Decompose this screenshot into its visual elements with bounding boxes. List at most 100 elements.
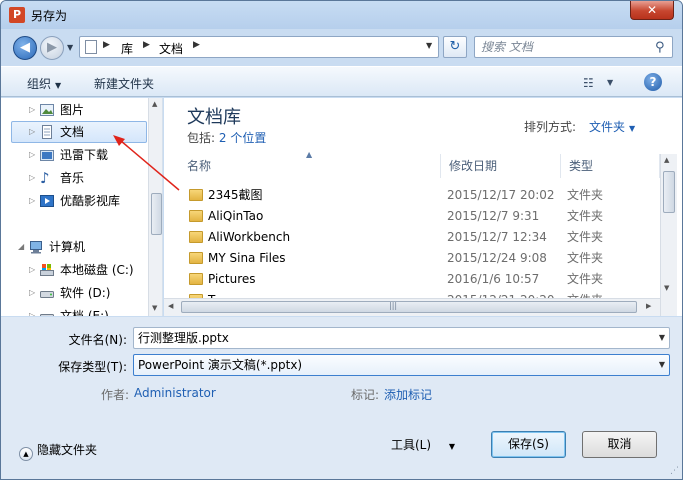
search-box[interactable]: ⚲ (474, 36, 673, 58)
save-as-dialog: P 另存为 ✕ ◀ ▶ ▼ ▶ 库 ▶ 文档 ▶ ▼ ↻ ⚲ 组织▼ 新建文件夹… (0, 0, 683, 480)
nav-item-pictures[interactable]: ▷ 图片 (11, 99, 147, 121)
nav-item-label: 文档 (E:) (60, 309, 109, 316)
nav-item-drive-e[interactable]: ▷ 文档 (E:) (11, 305, 147, 316)
organize-menu[interactable]: 组织 ▼ (27, 75, 61, 92)
scroll-left-icon[interactable]: ◀ (168, 302, 173, 310)
collapse-arrow-icon[interactable]: ◢ (18, 236, 24, 258)
change-view-icon[interactable]: ☷ (583, 76, 594, 90)
breadcrumb-documents[interactable]: 文档 (159, 40, 183, 57)
file-row[interactable]: AliQinTao 2015/12/7 9:31 文件夹 (181, 206, 661, 227)
chevron-down-icon[interactable]: ▼ (659, 328, 665, 348)
tools-menu[interactable]: 工具(L) ▼ (391, 434, 455, 458)
nav-item-xunlei-downloads[interactable]: ▷ 迅雷下载 (11, 144, 147, 166)
nav-item-label: 优酷影视库 (60, 194, 121, 208)
author-field[interactable]: Administrator (134, 386, 216, 400)
hide-folders-label: 隐藏文件夹 (37, 443, 98, 457)
address-bar[interactable]: ▶ 库 ▶ 文档 ▶ ▼ (79, 36, 439, 58)
expand-arrow-icon[interactable]: ▷ (29, 305, 35, 316)
expand-arrow-icon[interactable]: ▷ (29, 282, 35, 304)
refresh-button[interactable]: ↻ (443, 36, 467, 58)
library-includes: 包括: 2 个位置 (187, 129, 266, 146)
organize-label: 组织 (27, 77, 52, 91)
save-form: 文件名(N): 行测整理版.pptx ▼ 保存类型(T): PowerPoint… (1, 317, 682, 479)
expand-arrow-icon[interactable]: ▷ (29, 144, 35, 166)
resize-grip-icon[interactable]: ⋰ (670, 466, 679, 476)
nav-item-computer[interactable]: ◢ 计算机 (11, 236, 147, 258)
hide-folders-toggle[interactable]: ▲ 隐藏文件夹 (19, 441, 97, 461)
vscroll-thumb[interactable] (663, 171, 675, 213)
video-library-icon (40, 195, 54, 207)
download-folder-icon (40, 150, 54, 161)
file-type: 文件夹 (567, 209, 604, 223)
file-row[interactable]: Pictures 2016/1/6 10:57 文件夹 (181, 269, 661, 290)
filename-field[interactable]: 行测整理版.pptx ▼ (133, 327, 670, 349)
scroll-down-icon[interactable]: ▼ (152, 304, 157, 312)
search-input[interactable] (481, 40, 641, 54)
folder-icon (189, 189, 203, 201)
nav-item-documents[interactable]: ▷ 文档 (11, 121, 147, 143)
nav-item-youku-library[interactable]: ▷ 优酷影视库 (11, 190, 147, 212)
address-dropdown-icon[interactable]: ▼ (426, 41, 432, 50)
pictures-icon (40, 104, 54, 116)
nav-scroll-thumb[interactable] (151, 193, 162, 235)
forward-button[interactable]: ▶ (40, 36, 64, 60)
search-icon[interactable]: ⚲ (655, 40, 665, 55)
scroll-right-icon[interactable]: ▶ (646, 302, 651, 310)
file-row[interactable]: 2345截图 2015/12/17 20:02 文件夹 (181, 185, 661, 206)
tools-label: 工具(L) (391, 438, 432, 452)
expand-arrow-icon[interactable]: ▷ (29, 99, 35, 121)
file-list-hscrollbar[interactable]: ◀ ||| ▶ (164, 298, 660, 316)
command-bar: 组织 ▼ 新建文件夹 ☷ ▼ ? (1, 66, 682, 97)
recent-pages-dropdown-icon[interactable]: ▼ (67, 43, 73, 52)
add-tags-link[interactable]: 添加标记 (384, 386, 432, 403)
locations-link[interactable]: 2 个位置 (219, 131, 266, 145)
chevron-down-icon[interactable]: ▼ (659, 355, 665, 375)
nav-item-drive-c[interactable]: ▷ 本地磁盘 (C:) (11, 259, 147, 281)
close-button[interactable]: ✕ (630, 1, 674, 20)
file-list-pane: 文档库 包括: 2 个位置 排列方式: 文件夹 ▼ ▲ 名称 修改日期 类型 23… (164, 98, 682, 316)
file-list-vscrollbar[interactable]: ▲ ▼ (660, 154, 677, 316)
file-date: 2015/12/24 9:08 (447, 251, 547, 265)
breadcrumb-library[interactable]: 库 (121, 40, 133, 57)
nav-scrollbar[interactable]: ▲ ▼ (148, 98, 162, 316)
hscroll-thumb[interactable] (181, 301, 637, 313)
help-icon[interactable]: ? (644, 73, 662, 91)
scroll-up-icon[interactable]: ▲ (664, 156, 669, 164)
expand-arrow-icon[interactable]: ▷ (29, 122, 35, 142)
view-options-dropdown-icon[interactable]: ▼ (607, 78, 613, 87)
expand-arrow-icon[interactable]: ▷ (29, 259, 35, 281)
nav-item-music[interactable]: ▷ ♪ 音乐 (11, 167, 147, 189)
breadcrumb-separator-icon[interactable]: ▶ (143, 40, 150, 50)
column-header-date[interactable]: 修改日期 (441, 154, 561, 178)
scroll-up-icon[interactable]: ▲ (152, 100, 157, 108)
nav-item-label: 迅雷下载 (60, 148, 109, 162)
nav-item-label: 图片 (60, 103, 85, 117)
cancel-button[interactable]: 取消 (582, 431, 657, 458)
folder-icon (189, 273, 203, 285)
filetype-value: PowerPoint 演示文稿(*.pptx) (138, 358, 303, 372)
column-header-type[interactable]: 类型 (561, 154, 660, 178)
back-button[interactable]: ◀ (13, 36, 37, 60)
file-name: AliQinTao (208, 209, 264, 223)
save-button[interactable]: 保存(S) (491, 431, 566, 458)
new-folder-button[interactable]: 新建文件夹 (94, 75, 154, 92)
drive-icon (40, 314, 54, 316)
expand-arrow-icon[interactable]: ▷ (29, 190, 35, 212)
chevron-down-icon: ▼ (448, 442, 456, 451)
arrange-by-dropdown[interactable]: 文件夹 ▼ (589, 118, 635, 135)
nav-item-label: 本地磁盘 (C:) (60, 263, 134, 277)
file-date: 2015/12/7 12:34 (447, 230, 547, 244)
nav-item-drive-d[interactable]: ▷ 软件 (D:) (11, 282, 147, 304)
file-row[interactable]: MY Sina Files 2015/12/24 9:08 文件夹 (181, 248, 661, 269)
breadcrumb-separator-icon[interactable]: ▶ (103, 40, 110, 50)
file-row[interactable]: AliWorkbench 2015/12/7 12:34 文件夹 (181, 227, 661, 248)
expand-arrow-icon[interactable]: ▷ (29, 167, 35, 189)
scroll-grip-icon: ||| (389, 301, 398, 310)
filetype-select[interactable]: PowerPoint 演示文稿(*.pptx) ▼ (133, 354, 670, 376)
breadcrumb-separator-icon[interactable]: ▶ (193, 40, 200, 50)
column-header-name[interactable]: 名称 (179, 154, 441, 178)
nav-item-label: 计算机 (49, 240, 86, 254)
powerpoint-app-icon: P (9, 7, 25, 23)
file-type: 文件夹 (567, 272, 604, 286)
scroll-down-icon[interactable]: ▼ (664, 284, 669, 292)
